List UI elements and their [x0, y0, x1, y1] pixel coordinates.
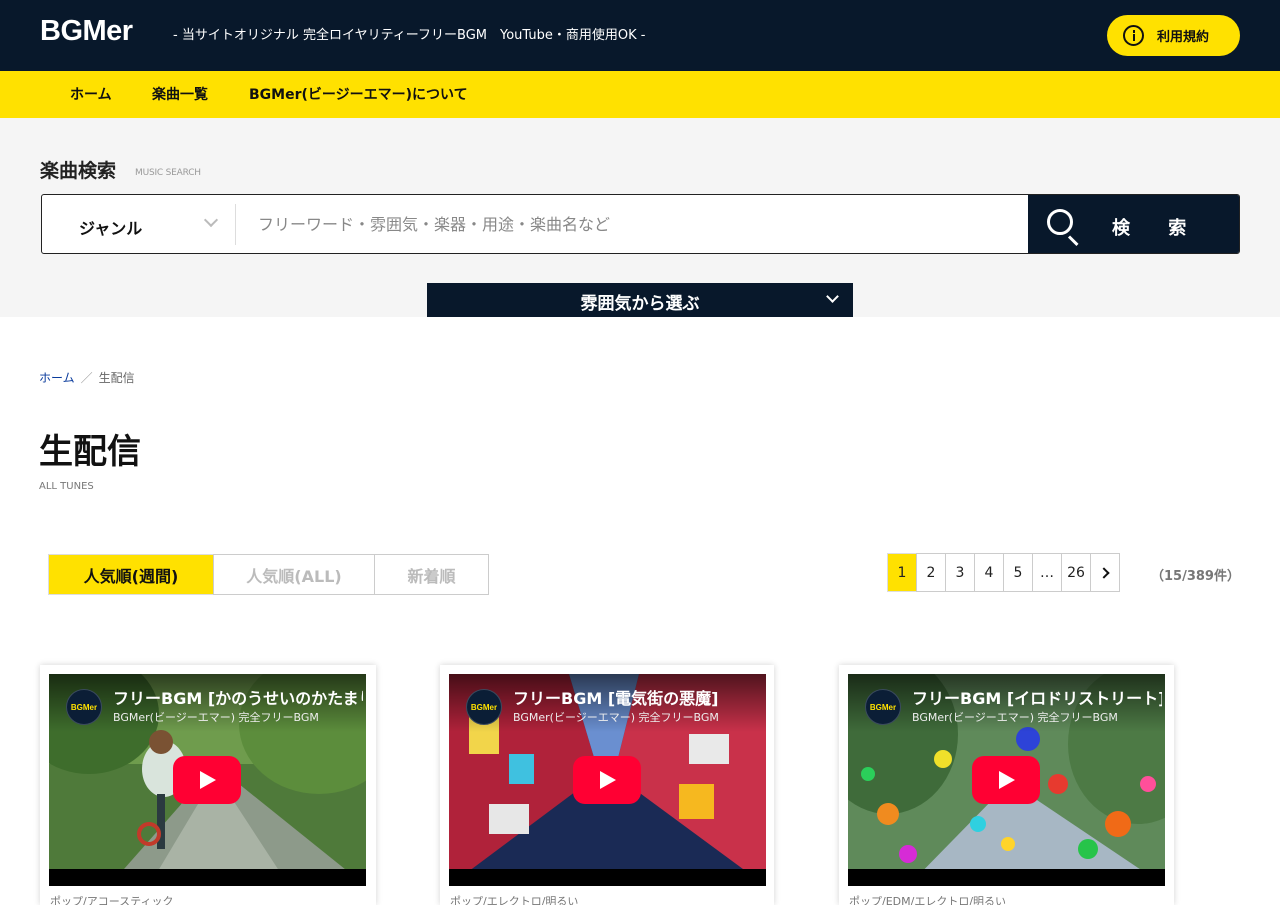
play-icon [999, 771, 1015, 789]
next-page-button[interactable] [1090, 553, 1120, 592]
search-icon [1047, 209, 1073, 235]
play-button[interactable] [173, 756, 241, 804]
page-button[interactable]: 5 [1003, 553, 1033, 592]
chevron-right-icon [1097, 566, 1110, 579]
page-button[interactable]: 4 [974, 553, 1004, 592]
page-button[interactable]: 26 [1061, 553, 1091, 592]
track-card[interactable]: BGMer フリーBGM [電気街の悪魔] BGMer(ビージーエマー) 完全フ… [440, 665, 774, 905]
breadcrumb-current: 生配信 [98, 371, 135, 385]
page-button[interactable]: 3 [945, 553, 975, 592]
pagination: 1 2 3 4 5 … 26 [887, 553, 1120, 592]
site-tagline: - 当サイトオリジナル 完全ロイヤリティーフリーBGM YouTube・商用使用… [173, 28, 646, 43]
tab-newest[interactable]: 新着順 [374, 554, 489, 595]
site-header: BGMer - 当サイトオリジナル 完全ロイヤリティーフリーBGM YouTub… [0, 0, 1280, 71]
page-button[interactable]: 2 [916, 553, 946, 592]
track-card[interactable]: BGMer フリーBGM [イロドリストリート] BGMer(ビージーエマー) … [839, 665, 1174, 905]
search-icon-handle [1067, 235, 1079, 247]
card-tags: ポップ/エレクトロ/明るい [450, 895, 579, 905]
video-embed[interactable]: BGMer フリーBGM [イロドリストリート] BGMer(ビージーエマー) … [848, 674, 1165, 886]
track-card[interactable]: BGMer フリーBGM [かのうせいのかたまり] BGMer(ビージーエマー)… [40, 665, 376, 905]
channel-avatar[interactable]: BGMer [466, 689, 502, 725]
nav-item-home[interactable]: ホーム [70, 86, 112, 104]
terms-button[interactable]: 利用規約 [1107, 15, 1240, 56]
search-button[interactable]: 検 索 [1028, 195, 1239, 253]
page-title: 生配信 [39, 432, 141, 472]
mood-select-toggle[interactable]: 雰囲気から選ぶ [427, 283, 853, 317]
play-icon [600, 771, 616, 789]
video-channel[interactable]: BGMer(ビージーエマー) 完全フリーBGM [912, 709, 1118, 725]
search-bar: ジャンル 検 索 [41, 194, 1240, 254]
search-button-label: 検 索 [1112, 218, 1203, 239]
video-title[interactable]: フリーBGM [イロドリストリート] [912, 685, 1162, 709]
video-title[interactable]: フリーBGM [電気街の悪魔] [513, 685, 763, 709]
search-title: 楽曲検索 [40, 160, 117, 182]
info-icon [1123, 25, 1144, 46]
mood-label: 雰囲気から選ぶ [580, 294, 700, 314]
breadcrumb: ホーム ／ 生配信 [39, 369, 135, 386]
site-logo[interactable]: BGMer [40, 17, 133, 46]
card-tags: ポップ/EDM/エレクトロ/明るい [849, 895, 1007, 905]
genre-label: ジャンル [79, 219, 143, 238]
genre-select[interactable]: ジャンル [42, 195, 235, 253]
video-channel[interactable]: BGMer(ビージーエマー) 完全フリーBGM [513, 709, 719, 725]
breadcrumb-home[interactable]: ホーム [39, 371, 75, 385]
page-ellipsis: … [1032, 553, 1062, 592]
search-subtitle: MUSIC SEARCH [135, 168, 201, 178]
nav-item-about[interactable]: BGMer(ビージーエマー)について [249, 86, 468, 104]
video-channel[interactable]: BGMer(ビージーエマー) 完全フリーBGM [113, 709, 319, 725]
breadcrumb-separator: ／ [80, 371, 93, 385]
play-button[interactable] [573, 756, 641, 804]
page-subtitle: ALL TUNES [39, 481, 94, 492]
search-input[interactable] [236, 195, 1026, 253]
page-button[interactable]: 1 [887, 553, 917, 592]
tab-popular-weekly[interactable]: 人気順(週間) [48, 554, 214, 595]
music-search-section: 楽曲検索 MUSIC SEARCH ジャンル 検 索 雰囲気から選ぶ [0, 118, 1280, 317]
video-title[interactable]: フリーBGM [かのうせいのかたまり] [113, 685, 363, 709]
main-nav: ホーム 楽曲一覧 BGMer(ビージーエマー)について [0, 71, 1280, 118]
channel-avatar[interactable]: BGMer [865, 689, 901, 725]
terms-label: 利用規約 [1157, 30, 1210, 45]
card-tags: ポップ/アコースティック [50, 895, 174, 905]
video-embed[interactable]: BGMer フリーBGM [かのうせいのかたまり] BGMer(ビージーエマー)… [49, 674, 366, 886]
play-icon [200, 771, 216, 789]
channel-avatar[interactable]: BGMer [66, 689, 102, 725]
chevron-down-icon [203, 212, 219, 228]
tab-popular-all[interactable]: 人気順(ALL) [213, 554, 375, 595]
play-button[interactable] [972, 756, 1040, 804]
video-embed[interactable]: BGMer フリーBGM [電気街の悪魔] BGMer(ビージーエマー) 完全フ… [449, 674, 766, 886]
nav-item-tracks[interactable]: 楽曲一覧 [152, 86, 208, 104]
result-count: （15/389件） [1151, 569, 1240, 584]
